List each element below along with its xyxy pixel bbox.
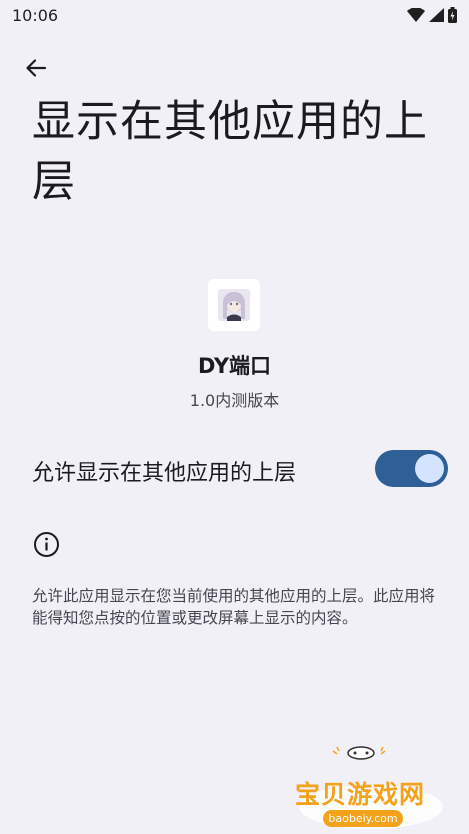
page-title: 显示在其他应用的上层 [32, 97, 428, 207]
info-description: 允许此应用显示在您当前使用的其他应用的上层。此应用将能得知您点按的位置或更改屏幕… [32, 587, 436, 627]
switch-thumb [415, 454, 444, 483]
info-icon [33, 531, 60, 558]
back-button[interactable] [18, 52, 54, 88]
app-name: DY端口 [197, 354, 272, 378]
screen: 10:06 显示在其他应用的上层 DY端口 1.0内测版本 允许显示在其他应用的… [0, 0, 469, 834]
permission-label: 允许显示在其他应用的上层 [32, 461, 297, 486]
permission-toggle-row[interactable]: 允许显示在其他应用的上层 [0, 444, 469, 496]
app-icon-container [208, 279, 260, 331]
watermark-url: baobeiy.com [323, 810, 403, 827]
watermark-brand: 宝贝游戏网 [295, 780, 426, 809]
wifi-icon [407, 8, 425, 22]
status-icons [407, 7, 457, 23]
battery-icon [448, 7, 457, 23]
status-time: 10:06 [12, 6, 59, 25]
watermark-logo: 宝贝游戏网 baobeiy.com [293, 745, 443, 830]
signal-icon [429, 8, 444, 22]
arrow-back-icon [24, 56, 48, 84]
permission-switch[interactable] [375, 450, 448, 487]
status-bar: 10:06 [0, 0, 469, 32]
app-version: 1.0内测版本 [189, 391, 280, 410]
app-icon [218, 289, 250, 321]
